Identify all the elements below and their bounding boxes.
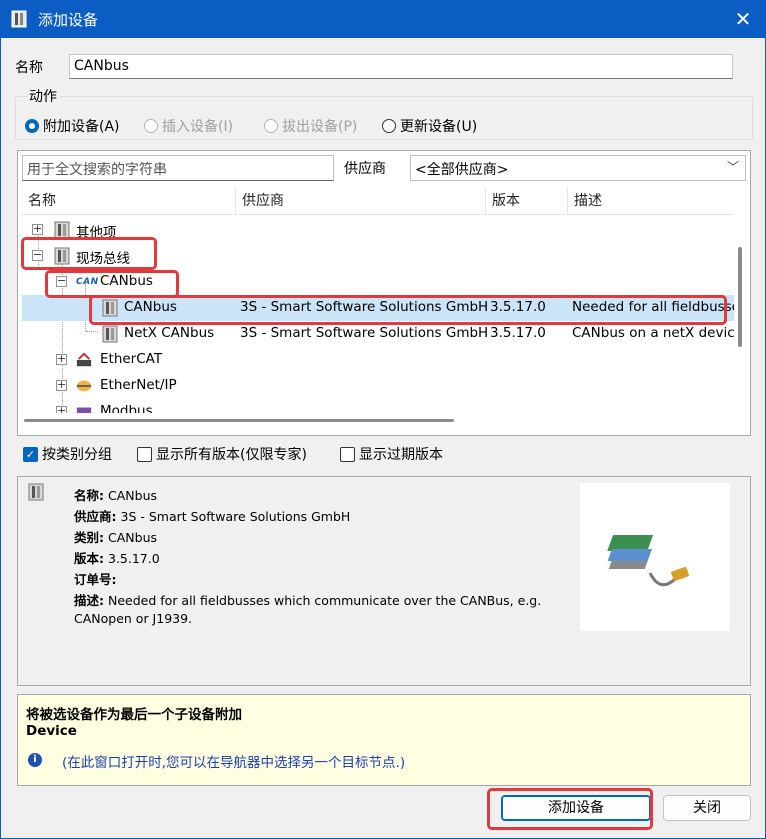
info-value: 3.5.17.0: [108, 551, 160, 566]
ethercat-icon: [76, 352, 92, 367]
checkbox-box: [137, 446, 152, 462]
close-icon[interactable]: ✕: [720, 0, 766, 38]
info-value: CANbus: [108, 530, 157, 545]
tree-row-ethernetip[interactable]: + EtherNet/IP: [22, 373, 734, 399]
notice-hint: (在此窗口打开时,您可以在导航器中选择另一个目标节点.): [62, 755, 406, 771]
window-title: 添加设备: [38, 11, 99, 29]
chevron-down-icon: ﹀: [726, 160, 739, 174]
checkbox-show-all-versions[interactable]: 显示所有版本(仅限专家): [137, 444, 307, 464]
search-placeholder: 用于全文搜索的字符串: [27, 162, 167, 178]
vendor-selected: <全部供应商>: [415, 162, 509, 178]
search-input[interactable]: 用于全文搜索的字符串: [22, 155, 334, 181]
check-icon: ✓: [23, 446, 38, 462]
expand-icon[interactable]: +: [56, 405, 67, 413]
info-key: 名称:: [74, 488, 104, 503]
highlight-add-device-button: [487, 788, 653, 830]
info-key: 供应商:: [74, 509, 117, 524]
tree-vendor: 3S - Smart Software Solutions GmbH: [240, 325, 489, 341]
highlight-fieldbus: [21, 237, 157, 270]
info-key: 订单号:: [74, 572, 117, 587]
tree-label: EtherNet/IP: [100, 377, 177, 393]
tree-row-modbus[interactable]: + Modbus: [22, 399, 734, 413]
tree-label: EtherCAT: [100, 351, 163, 367]
device-preview-image: [580, 483, 730, 631]
highlight-canbus-device: [89, 295, 727, 325]
radio-update-device[interactable]: 更新设备(U): [382, 116, 477, 136]
device-icon: [102, 325, 118, 343]
highlight-canbus-category: [45, 270, 179, 298]
radio-dot: [264, 119, 278, 133]
close-button[interactable]: 关闭: [663, 795, 751, 821]
radio-insert-label: 插入设备(I): [162, 119, 234, 135]
device-info-panel: 名称: CANbus 供应商: 3S - Smart Software Soluti…: [17, 476, 751, 686]
column-vendor[interactable]: 供应商: [236, 187, 486, 215]
name-input-value: CANbus: [74, 58, 129, 74]
radio-insert-device[interactable]: 插入设备(I): [144, 116, 233, 136]
ethernetip-icon: [76, 380, 92, 392]
checkbox-show-outdated[interactable]: 显示过期版本: [340, 444, 443, 464]
radio-dot: [382, 119, 396, 133]
radio-append-label: 附加设备(A): [43, 119, 120, 135]
info-description-cont: CANopen or J1939.: [74, 611, 193, 626]
action-group-legend: 动作: [27, 86, 59, 106]
radio-unplug-device[interactable]: 拔出设备(P): [264, 116, 357, 136]
vendor-label: 供应商: [344, 161, 386, 177]
name-label: 名称: [15, 60, 43, 76]
info-description: 描述: Needed for all fieldbusses which comm…: [74, 590, 541, 609]
column-description[interactable]: 描述: [568, 187, 734, 215]
column-version[interactable]: 版本: [486, 187, 568, 215]
tree-label: NetX CANbus: [124, 325, 215, 341]
notice-panel: 将被选设备作为最后一个子设备附加 Device i (在此窗口打开时,您可以在导…: [17, 694, 751, 786]
tree-description: CANbus on a netX device: [572, 325, 734, 341]
expand-icon[interactable]: +: [56, 379, 67, 391]
name-input[interactable]: CANbus: [69, 54, 733, 79]
info-key: 类别:: [74, 530, 104, 545]
info-key: 版本:: [74, 551, 104, 566]
info-name: 名称: CANbus: [74, 485, 157, 504]
checkbox-group-by-category[interactable]: ✓ 按类别分组: [23, 444, 112, 464]
device-icon: [11, 10, 27, 28]
checkbox-label: 显示所有版本(仅限专家): [156, 447, 307, 463]
tree-version: 3.5.17.0: [490, 325, 546, 341]
vertical-scrollbar[interactable]: [738, 247, 742, 347]
notice-title: 将被选设备作为最后一个子设备附加: [26, 707, 242, 723]
modbus-icon: [76, 407, 92, 413]
tree-row-ethercat[interactable]: + EtherCAT: [22, 347, 734, 373]
radio-dot: [25, 119, 39, 133]
column-header: 名称 供应商 版本 描述: [22, 187, 734, 215]
canbus-device-illustration: [607, 535, 690, 587]
vendor-dropdown[interactable]: <全部供应商> ﹀: [410, 155, 746, 181]
notice-target: Device: [26, 723, 77, 739]
info-version: 版本: 3.5.17.0: [74, 548, 160, 567]
tree-label: Modbus: [100, 403, 153, 413]
checkbox-label: 按类别分组: [42, 447, 112, 463]
info-vendor: 供应商: 3S - Smart Software Solutions GmbH: [74, 506, 350, 525]
radio-unplug-label: 拔出设备(P): [282, 119, 358, 135]
horizontal-scrollbar[interactable]: [24, 419, 454, 422]
expand-icon[interactable]: +: [32, 223, 43, 235]
expand-icon[interactable]: +: [56, 353, 67, 365]
info-order-number: 订单号:: [74, 569, 121, 588]
info-value: CANbus: [108, 488, 157, 503]
checkbox-label: 显示过期版本: [359, 447, 443, 463]
info-icon: i: [28, 753, 42, 767]
info-value: 3S - Smart Software Solutions GmbH: [120, 509, 351, 524]
radio-append-device[interactable]: 附加设备(A): [25, 116, 120, 136]
device-icon: [28, 483, 44, 501]
radio-dot: [144, 119, 158, 133]
info-key: 描述:: [74, 593, 104, 608]
dialog-body: 名称 CANbus 动作 附加设备(A) 插入设备(I) 拔出设备(P) 更新设…: [0, 38, 766, 839]
info-value: Needed for all fieldbusses which communi…: [108, 593, 542, 608]
column-name[interactable]: 名称: [22, 187, 236, 215]
title-bar: 添加设备 ✕: [0, 0, 766, 38]
info-category: 类别: CANbus: [74, 527, 157, 546]
radio-update-label: 更新设备(U): [400, 119, 478, 135]
checkbox-box: [340, 446, 355, 462]
